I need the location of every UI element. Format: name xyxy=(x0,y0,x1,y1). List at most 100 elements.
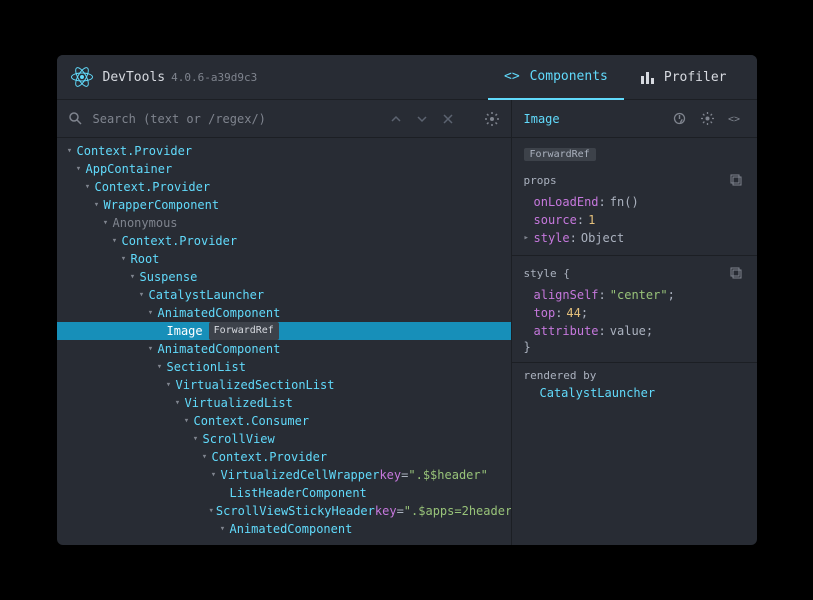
svg-text:<>: <> xyxy=(728,114,740,124)
expand-arrow-icon[interactable]: ▾ xyxy=(209,466,219,484)
settings-icon[interactable] xyxy=(483,110,501,128)
component-name: Image xyxy=(167,322,203,340)
component-name: SectionList xyxy=(167,358,246,376)
suspense-toggle-icon[interactable] xyxy=(671,110,689,128)
expand-arrow-icon[interactable]: ▾ xyxy=(146,304,156,322)
tree-row[interactable]: ▾CatalystLauncher xyxy=(57,286,511,304)
style-close-brace: } xyxy=(524,340,745,354)
search-bar xyxy=(57,100,511,138)
devtools-window: DevTools 4.0.6-a39d9c3 <> Components Pro… xyxy=(57,55,757,545)
search-clear-icon[interactable] xyxy=(439,110,457,128)
tree-row[interactable]: Image ForwardRef xyxy=(57,322,511,340)
expand-arrow-icon[interactable]: ▾ xyxy=(128,268,138,286)
component-name: VirtualizedCellWrapper xyxy=(221,466,380,484)
props-section: props onLoadEnd: fn()source: 1▸style: Ob… xyxy=(512,163,757,256)
expand-arrow-icon[interactable]: ▾ xyxy=(110,232,120,250)
key-attr: key xyxy=(379,466,401,484)
tree-row[interactable]: ▾Context.Consumer xyxy=(57,412,511,430)
body: ▾Context.Provider▾AppContainer▾Context.P… xyxy=(57,100,757,545)
tree-row[interactable]: ▾AnimatedComponent xyxy=(57,304,511,322)
prop-row[interactable]: onLoadEnd: fn() xyxy=(524,193,745,211)
props-list: onLoadEnd: fn()source: 1▸style: Object xyxy=(524,193,745,247)
key-attr: key xyxy=(375,502,397,520)
expand-arrow-icon[interactable]: ▾ xyxy=(137,286,147,304)
component-name: Root xyxy=(131,250,160,268)
search-next-icon[interactable] xyxy=(413,110,431,128)
props-label: props xyxy=(524,174,727,187)
expand-arrow-icon[interactable]: ▾ xyxy=(182,412,192,430)
tree-row[interactable]: ListHeaderComponent xyxy=(57,484,511,502)
expand-arrow-icon[interactable]: ▾ xyxy=(173,394,183,412)
search-prev-icon[interactable] xyxy=(387,110,405,128)
expand-arrow-icon[interactable]: ▾ xyxy=(164,376,174,394)
tree-row[interactable]: ▾SectionList xyxy=(57,358,511,376)
component-name: Context.Provider xyxy=(95,178,211,196)
style-label: style xyxy=(524,267,557,280)
component-name: Anonymous xyxy=(113,214,178,232)
tree-row[interactable]: ▾WrapperComponent xyxy=(57,196,511,214)
component-name: Context.Consumer xyxy=(194,412,310,430)
component-name: WrapperComponent xyxy=(104,196,220,214)
tree-row[interactable]: ▾AnimatedComponent xyxy=(57,340,511,358)
tree-row[interactable]: ▾Context.Provider xyxy=(57,178,511,196)
tab-profiler-label: Profiler xyxy=(664,70,727,85)
tree-row[interactable]: ▾VirtualizedList xyxy=(57,394,511,412)
style-row[interactable]: top: 44; xyxy=(524,304,745,322)
tree-row[interactable]: ▾Context.Provider xyxy=(57,232,511,250)
tree-row[interactable]: ▾VirtualizedCellWrapper key=".$$header" xyxy=(57,466,511,484)
component-name: VirtualizedList xyxy=(185,394,293,412)
app-title: DevTools xyxy=(103,70,166,85)
component-tree[interactable]: ▾Context.Provider▾AppContainer▾Context.P… xyxy=(57,138,511,545)
component-name: ListHeaderComponent xyxy=(230,484,367,502)
tree-row[interactable]: ▾ScrollViewStickyHeader key=".$apps=2hea… xyxy=(57,502,511,520)
expand-arrow-icon[interactable]: ▾ xyxy=(191,430,201,448)
svg-text:<>: <> xyxy=(504,69,520,83)
component-name: VirtualizedSectionList xyxy=(176,376,335,394)
inspect-matching-icon[interactable] xyxy=(699,110,717,128)
expand-arrow-icon[interactable]: ▾ xyxy=(119,250,129,268)
components-icon: <> xyxy=(504,69,522,83)
expand-arrow-icon[interactable]: ▾ xyxy=(74,160,84,178)
tree-row[interactable]: ▾Anonymous xyxy=(57,214,511,232)
tree-row[interactable]: ▾Context.Provider xyxy=(57,142,511,160)
expand-arrow-icon[interactable]: ▾ xyxy=(101,214,111,232)
tree-row[interactable]: ▾Suspense xyxy=(57,268,511,286)
tree-row[interactable]: ▾Context.Provider xyxy=(57,448,511,466)
view-source-icon[interactable]: <> xyxy=(727,110,745,128)
tree-row[interactable]: ▾ScrollView xyxy=(57,430,511,448)
tab-components-label: Components xyxy=(530,69,608,84)
expand-arrow-icon[interactable]: ▾ xyxy=(65,142,75,160)
forwardref-section: ForwardRef xyxy=(512,138,757,163)
component-name: AppContainer xyxy=(86,160,173,178)
tree-row[interactable]: ▾AppContainer xyxy=(57,160,511,178)
tree-row[interactable]: ▾Root xyxy=(57,250,511,268)
tree-row[interactable]: ▾AnimatedComponent xyxy=(57,520,511,538)
tab-components[interactable]: <> Components xyxy=(488,55,624,100)
expand-arrow-icon[interactable]: ▾ xyxy=(200,448,210,466)
expand-arrow-icon[interactable]: ▾ xyxy=(155,358,165,376)
component-name: AnimatedComponent xyxy=(158,304,281,322)
copy-style-icon[interactable] xyxy=(727,264,745,282)
tab-profiler[interactable]: Profiler xyxy=(624,55,743,100)
style-row[interactable]: alignSelf: "center"; xyxy=(524,286,745,304)
rendered-by-link[interactable]: CatalystLauncher xyxy=(524,386,745,400)
component-name: CatalystLauncher xyxy=(149,286,265,304)
copy-props-icon[interactable] xyxy=(727,171,745,189)
expand-arrow-icon[interactable]: ▾ xyxy=(218,520,228,538)
tree-panel: ▾Context.Provider▾AppContainer▾Context.P… xyxy=(57,100,512,545)
prop-row[interactable]: ▸style: Object xyxy=(524,229,745,247)
component-name: Context.Provider xyxy=(77,142,193,160)
rendered-by-label: rendered by xyxy=(524,369,745,382)
expand-arrow-icon[interactable]: ▾ xyxy=(146,340,156,358)
prop-row[interactable]: source: 1 xyxy=(524,211,745,229)
hoc-badge: ForwardRef xyxy=(209,322,279,340)
expand-arrow-icon[interactable]: ▾ xyxy=(83,178,93,196)
search-input[interactable] xyxy=(93,112,379,126)
style-section: style { alignSelf: "center";top: 44;attr… xyxy=(512,256,757,363)
component-name: Context.Provider xyxy=(212,448,328,466)
profiler-icon xyxy=(640,70,656,84)
expand-arrow-icon[interactable]: ▾ xyxy=(209,502,214,520)
expand-arrow-icon[interactable]: ▾ xyxy=(92,196,102,214)
style-row[interactable]: attribute: value; xyxy=(524,322,745,340)
tree-row[interactable]: ▾VirtualizedSectionList xyxy=(57,376,511,394)
